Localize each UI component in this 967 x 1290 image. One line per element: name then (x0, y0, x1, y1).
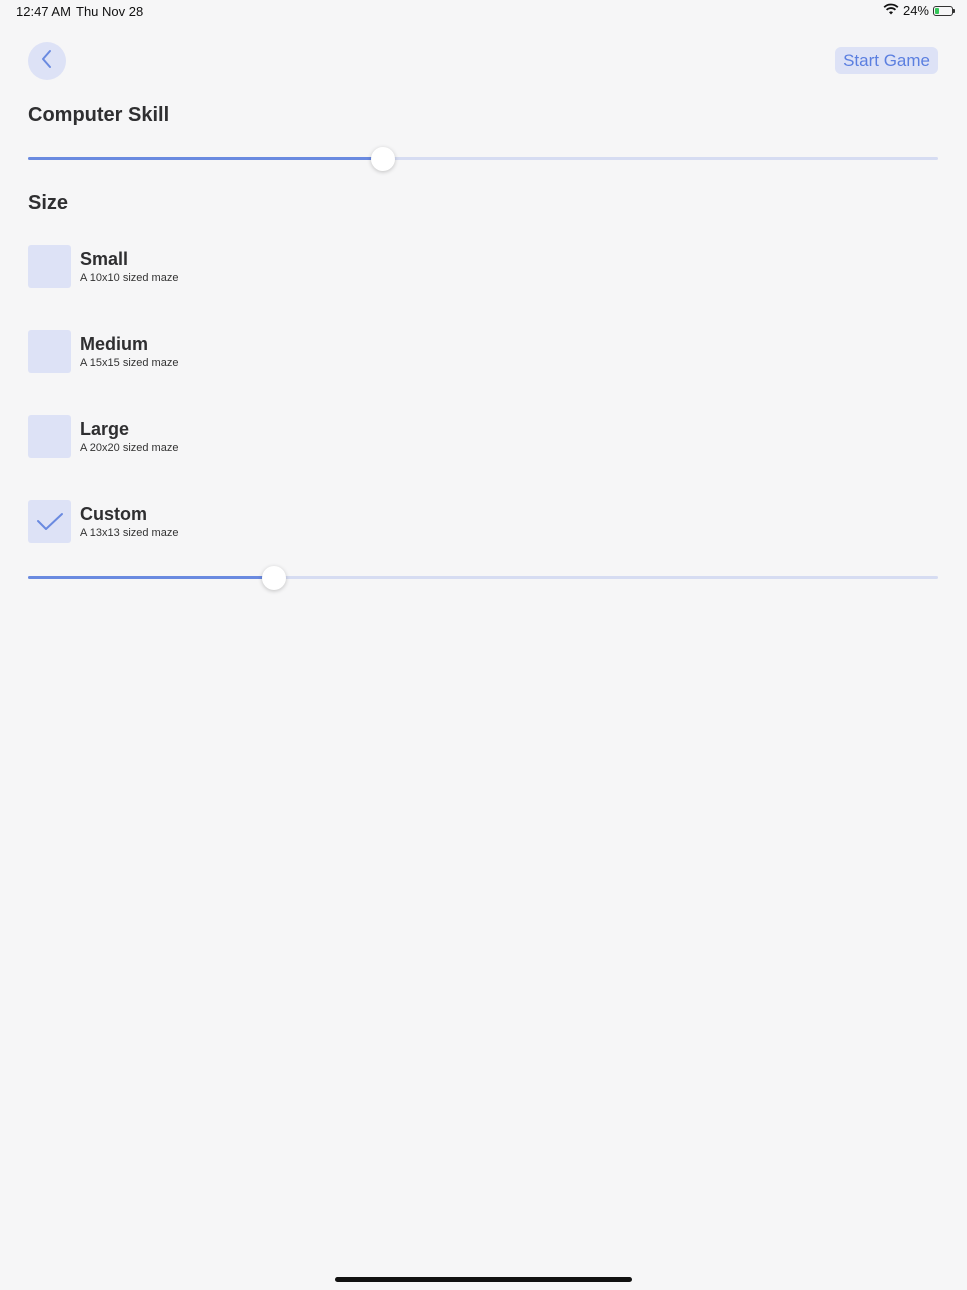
size-title: Size (28, 192, 69, 214)
status-time: 12:47 AM (16, 4, 71, 19)
custom-size-slider[interactable] (28, 566, 938, 590)
checkbox[interactable] (28, 500, 71, 543)
slider-thumb[interactable] (261, 566, 286, 590)
checkbox[interactable] (28, 415, 71, 458)
checkbox[interactable] (28, 330, 71, 373)
chevron-left-icon (39, 49, 55, 74)
wifi-icon (883, 3, 899, 18)
slider-thumb[interactable] (370, 147, 395, 171)
option-subtitle: A 10x10 sized maze (80, 272, 179, 284)
option-subtitle: A 20x20 sized maze (80, 442, 179, 454)
home-indicator (335, 1277, 632, 1282)
back-button[interactable] (28, 42, 66, 80)
checkmark-icon (36, 512, 63, 530)
size-option-medium[interactable]: Medium A 15x15 sized maze (28, 330, 428, 374)
status-date: Thu Nov 28 (76, 4, 144, 19)
option-subtitle: A 13x13 sized maze (80, 527, 179, 539)
size-option-small[interactable]: Small A 10x10 sized maze (28, 245, 428, 289)
size-option-large[interactable]: Large A 20x20 sized maze (28, 415, 428, 459)
start-game-button[interactable]: Start Game (835, 47, 938, 74)
option-title: Large (80, 419, 130, 439)
status-indicators: 24% (883, 3, 955, 18)
computer-skill-slider[interactable] (28, 147, 938, 171)
status-bar: 12:47 AM Thu Nov 28 24% (0, 0, 967, 24)
computer-skill-title: Computer Skill (28, 104, 170, 126)
slider-fill (28, 576, 274, 579)
option-title: Custom (80, 504, 147, 524)
size-option-custom[interactable]: Custom A 13x13 sized maze (28, 500, 428, 544)
option-title: Small (80, 249, 129, 269)
battery-icon (933, 5, 955, 16)
option-title: Medium (80, 334, 149, 354)
slider-fill (28, 157, 383, 160)
battery-percent: 24% (902, 3, 929, 18)
option-subtitle: A 15x15 sized maze (80, 357, 179, 369)
checkbox[interactable] (28, 245, 71, 288)
battery-level (935, 7, 939, 14)
